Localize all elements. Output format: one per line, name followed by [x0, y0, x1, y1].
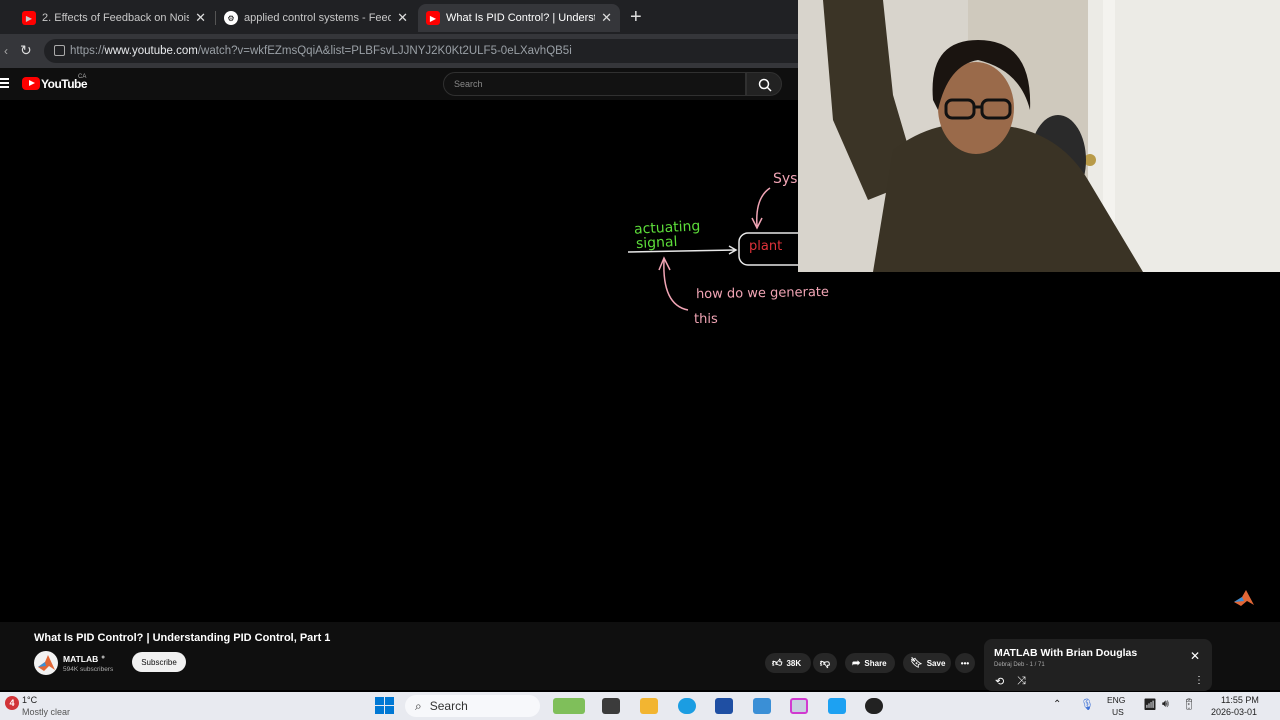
dislike-button[interactable]: 👎︎ [813, 653, 837, 673]
share-icon: ➦ [852, 657, 861, 669]
notification-badge: 4 [5, 696, 19, 710]
volume-icon[interactable]: 🔊︎ [1162, 698, 1169, 711]
matlab-logo-icon [38, 655, 55, 671]
save-label: Save [926, 658, 946, 668]
edge-browser-icon[interactable] [678, 698, 696, 714]
wifi-icon[interactable]: 📶︎ [1143, 698, 1157, 711]
more-horizontal-icon: ••• [960, 658, 970, 668]
mail-icon[interactable] [753, 698, 771, 714]
youtube-logo-icon[interactable] [22, 77, 40, 90]
microsoft-store-icon[interactable] [715, 698, 733, 714]
taskbar-search-label: Search [429, 699, 468, 713]
kebab-menu-icon[interactable]: ⋮ [1194, 675, 1204, 686]
verified-icon: ● [101, 654, 106, 661]
windows-start-icon[interactable] [375, 697, 395, 715]
search-input[interactable]: Search [443, 72, 746, 96]
subscribe-button[interactable]: Subscribe [132, 652, 186, 672]
chevron-up-icon[interactable]: ⌃ [1053, 699, 1061, 710]
chatgpt-favicon-icon: ⚙ [224, 11, 238, 25]
webcam-overlay [798, 0, 1280, 272]
obs-icon[interactable] [865, 698, 883, 714]
question-line-1: how do we generate [695, 284, 830, 303]
temperature[interactable]: 1°C [22, 695, 37, 705]
close-tab-icon[interactable]: ✕ [601, 10, 612, 26]
tab-title: 2. Effects of Feedback on Noise an [42, 12, 190, 24]
question-line-2: this [694, 312, 718, 327]
matlab-watermark-icon [1234, 590, 1254, 606]
video-info-section: What Is PID Control? | Understanding PID… [0, 622, 1280, 691]
weather-summary[interactable]: Mostly clear [22, 707, 70, 717]
video-title: What Is PID Control? | Understanding PID… [34, 632, 331, 644]
playlist-title[interactable]: MATLAB With Brian Douglas [994, 647, 1137, 659]
clock-date[interactable]: 2026-03-01 [1211, 707, 1257, 717]
label-plant: plant [749, 239, 783, 254]
thumbs-down-icon: 👎︎ [819, 658, 831, 669]
bookmark-icon: 🔖︎ [910, 657, 923, 669]
url-path: /watch?v=wkfEZmsQqiA&list=PLBFsvLJJNYJ2K… [197, 45, 572, 57]
playlist-panel: MATLAB With Brian Douglas Debraj Deb - 1… [984, 639, 1212, 691]
close-playlist-icon[interactable]: ✕ [1190, 649, 1200, 663]
browser-tab-3[interactable]: ▶ What Is PID Control? | Understand ✕ [418, 4, 620, 32]
windows-taskbar: 4 1°C Mostly clear ⌕ Search ⌃ 🎙︎ ENG US … [0, 692, 1280, 720]
twitter-icon[interactable] [828, 698, 846, 714]
share-label: Share [864, 658, 887, 668]
close-tab-icon[interactable]: ✕ [397, 10, 408, 26]
back-arrow-icon[interactable]: ‹ [4, 44, 8, 58]
tab-title: applied control systems - Feedbac [244, 12, 392, 24]
more-actions-button[interactable]: ••• [955, 653, 975, 673]
region-code: CA [78, 74, 87, 80]
browser-tab-1[interactable]: ▶ 2. Effects of Feedback on Noise an ✕ [14, 4, 214, 32]
browser-tab-2[interactable]: ⚙ applied control systems - Feedbac ✕ [216, 4, 416, 32]
clock-time[interactable]: 11:55 PM [1221, 695, 1259, 705]
like-count: 38K [786, 658, 802, 668]
site-info-icon[interactable] [54, 45, 65, 56]
microphone-icon[interactable]: 🎙︎ [1080, 698, 1094, 711]
webcam-presenter-image [798, 0, 1280, 272]
thumbs-up-icon: 👍︎ [772, 658, 783, 669]
reload-icon[interactable]: ↻ [20, 42, 32, 59]
label-sys: Sys [773, 171, 798, 187]
channel-name[interactable]: MATLAB [63, 654, 98, 664]
tab-title: What Is PID Control? | Understand [446, 12, 595, 24]
search-icon: ⌕ [415, 698, 422, 713]
label-signal: signal [635, 233, 678, 253]
url-prefix: https:// [70, 45, 105, 57]
language-top[interactable]: ENG [1107, 695, 1125, 705]
like-button[interactable]: 👍︎ 38K [765, 653, 811, 673]
shuffle-icon[interactable]: ⤨ [1017, 675, 1026, 688]
task-view-icon[interactable] [602, 698, 620, 714]
subscriber-count: 594K subscribers [63, 666, 114, 673]
language-bottom[interactable]: US [1112, 707, 1124, 717]
youtube-favicon-icon: ▶ [22, 11, 36, 25]
taskbar-search[interactable]: ⌕ Search [405, 695, 540, 717]
search-button[interactable] [746, 72, 782, 96]
share-button[interactable]: ➦ Share [845, 653, 895, 673]
menu-icon[interactable] [0, 78, 9, 88]
youtube-favicon-icon: ▶ [426, 11, 440, 25]
file-explorer-icon[interactable] [640, 698, 658, 714]
new-tab-button[interactable]: + [630, 6, 642, 29]
search-icon [758, 78, 772, 92]
search-highlight-icon[interactable] [553, 698, 585, 714]
snipping-tool-icon[interactable] [790, 698, 808, 714]
close-tab-icon[interactable]: ✕ [195, 10, 206, 26]
battery-icon[interactable]: 🔋︎ [1182, 698, 1196, 711]
playlist-subtitle: Debraj Deb - 1 / 71 [994, 662, 1045, 668]
url-domain: www.youtube.com [104, 45, 198, 57]
save-button[interactable]: 🔖︎ Save [903, 653, 951, 673]
channel-avatar[interactable] [34, 651, 58, 675]
loop-icon[interactable]: ⟲ [995, 675, 1004, 688]
